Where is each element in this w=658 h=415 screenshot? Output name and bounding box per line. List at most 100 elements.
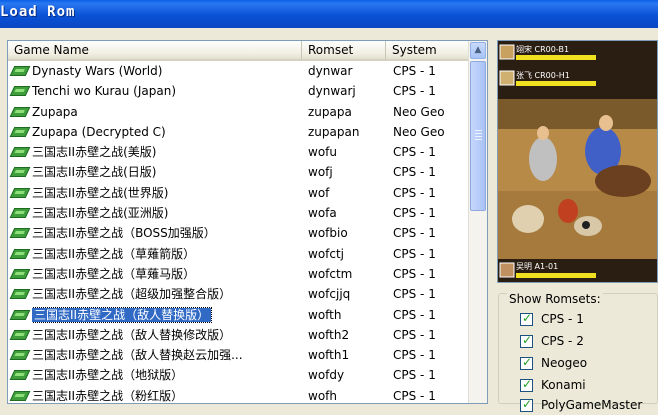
romset-cell: dynwar — [308, 64, 353, 78]
vertical-scrollbar[interactable]: ▲ — [468, 41, 487, 403]
table-row[interactable]: 三国志II赤壁之战（草薙箭版） wofctj CPS - 1 — [8, 244, 470, 264]
table-row[interactable]: 三国志II赤壁之战(亚洲版) wofa CPS - 1 — [8, 203, 470, 223]
checkbox-label: CPS - 1 — [541, 312, 584, 326]
list-header: Game Name Romset System — [8, 41, 470, 61]
system-cell: CPS - 1 — [393, 348, 436, 363]
system-cell: CPS - 1 — [393, 388, 436, 403]
checkmark-icon: ✓ — [522, 377, 533, 391]
table-row[interactable]: 三国志II赤壁之战（草薙马版） wofctm CPS - 1 — [8, 264, 470, 284]
window-title: Load Rom — [0, 4, 76, 20]
table-row[interactable]: Zupapa zupapa Neo Geo — [8, 102, 470, 122]
checkbox-box[interactable]: ✓ — [520, 333, 533, 348]
romset-cell: wofcjjq — [308, 287, 351, 302]
romset-cell: wofth1 — [308, 348, 350, 363]
game-name-cell: 三国志II赤壁之战（草薙箭版） — [32, 246, 196, 261]
rom-chip-icon — [9, 370, 31, 381]
checkbox-box[interactable]: ✓ — [520, 311, 533, 326]
system-cell: CPS - 1 — [393, 206, 436, 221]
game-name-cell: 三国志II赤壁之战（敌人替换赵云加强... — [32, 348, 243, 363]
rom-chip-icon — [9, 66, 31, 76]
scroll-thumb[interactable] — [470, 61, 486, 211]
rom-chip-icon — [9, 187, 31, 198]
show-romsets-legend: Show Romsets: — [507, 292, 603, 306]
game-name-cell: 三国志II赤壁之战(世界版) — [32, 185, 169, 200]
column-header-game-name[interactable]: Game Name — [8, 41, 302, 61]
rom-list[interactable]: Game Name Romset System Dynasty Wars (Wo… — [7, 40, 488, 404]
romset-cell: wofctm — [308, 266, 353, 281]
table-row[interactable]: 三国志II赤壁之战（BOSS加强版） wofbio CPS - 1 — [8, 223, 470, 243]
table-row[interactable]: Tenchi wo Kurau (Japan) dynwarj CPS - 1 — [8, 81, 470, 101]
rom-chip-icon — [9, 106, 31, 117]
game-name-cell: Tenchi wo Kurau (Japan) — [32, 84, 177, 99]
game-name-cell: Zupapa (Decrypted C) — [32, 124, 166, 139]
scroll-up-button[interactable]: ▲ — [470, 42, 486, 59]
column-header-romset[interactable]: Romset — [302, 41, 386, 61]
checkbox-box[interactable]: ✓ — [520, 355, 533, 370]
game-name-cell: 三国志II赤壁之战（敌人替换版） — [32, 306, 213, 323]
system-cell: CPS - 1 — [393, 246, 436, 261]
checkbox-label: Neogeo — [541, 356, 588, 370]
game-name-cell: 三国志II赤壁之战（敌人替换修改版） — [32, 327, 232, 342]
system-cell: Neo Geo — [393, 124, 445, 139]
game-name-cell: 三国志II赤壁之战（草薙马版） — [32, 266, 196, 281]
romset-cell: zupapan — [308, 124, 360, 139]
romset-cell: wofctj — [308, 246, 345, 261]
checkmark-icon: ✓ — [522, 311, 533, 325]
romset-cell: wofth2 — [308, 327, 350, 342]
game-name-cell: 三国志II赤壁之战(美版) — [32, 145, 157, 160]
romset-cell: wofu — [308, 145, 337, 160]
table-row[interactable]: 三国志II赤壁之战（粉红版） wofh CPS - 1 — [8, 386, 470, 403]
game-name-cell: 三国志II赤壁之战（粉红版） — [32, 388, 184, 403]
romset-cell: wofh — [308, 388, 337, 403]
table-row[interactable]: 三国志II赤壁之战（敌人替换赵云加强... wofth1 CPS - 1 — [8, 345, 470, 365]
romset-cell: wofbio — [308, 226, 348, 241]
game-name-cell: 三国志II赤壁之战（超级加强整合版） — [32, 287, 232, 302]
rom-chip-icon — [9, 208, 31, 219]
table-row[interactable]: 三国志II赤壁之战（敌人替换版） wofth CPS - 1 — [8, 305, 470, 325]
column-header-system[interactable]: System — [386, 41, 470, 61]
table-row[interactable]: Dynasty Wars (World) dynwar CPS - 1 — [8, 61, 470, 81]
game-name-cell: 三国志II赤壁之战（地狱版） — [32, 368, 184, 383]
romset-cell: wofa — [308, 206, 337, 221]
rom-chip-icon — [9, 309, 31, 320]
checkbox-label: CPS - 2 — [541, 334, 584, 348]
system-cell: CPS - 1 — [393, 226, 436, 241]
game-preview-screenshot: 翊宋 CR00-B1 张飞 CR00-H1 吴明 A1-01 — [497, 40, 658, 283]
preview-hud-top: 翊宋 CR00-B1 — [516, 44, 569, 54]
rom-chip-icon — [9, 167, 31, 178]
show-romsets-group: Show Romsets: ✓ CPS - 1 ✓ CPS - 2 ✓ Neogeo ✓ Ko… — [498, 292, 658, 412]
rom-chip-icon — [9, 268, 31, 279]
game-name-cell: Zupapa — [32, 104, 78, 119]
table-row[interactable]: Zupapa (Decrypted C) zupapan Neo Geo — [8, 122, 470, 142]
checkbox-label: Konami — [541, 378, 586, 392]
system-cell: CPS - 1 — [393, 84, 436, 99]
table-row[interactable]: 三国志II赤壁之战（敌人替换修改版） wofth2 CPS - 1 — [8, 325, 470, 345]
preview-hud-mid: 张飞 CR00-H1 — [516, 71, 570, 80]
table-row[interactable]: 三国志II赤壁之战(日版) wofj CPS - 1 — [8, 162, 470, 182]
table-row[interactable]: 三国志II赤壁之战(美版) wofu CPS - 1 — [8, 142, 470, 162]
checkbox-box[interactable]: ✓ — [520, 397, 533, 412]
system-cell: CPS - 1 — [393, 327, 436, 342]
system-cell: CPS - 1 — [393, 266, 436, 281]
checkbox-box[interactable]: ✓ — [520, 377, 533, 392]
game-name-cell: 三国志II赤壁之战（BOSS加强版） — [32, 226, 216, 241]
game-name-cell: 三国志II赤壁之战(日版) — [32, 165, 157, 180]
romset-cell: zupapa — [308, 104, 352, 119]
romset-cell: wofth — [308, 307, 342, 322]
system-cell: CPS - 1 — [393, 145, 436, 160]
system-cell: CPS - 1 — [393, 64, 436, 78]
system-cell: CPS - 1 — [393, 185, 436, 200]
title-bar[interactable]: Load Rom — [0, 0, 658, 28]
checkmark-icon: ✓ — [522, 333, 533, 347]
system-cell: CPS - 1 — [393, 368, 436, 383]
table-row[interactable]: 三国志II赤壁之战（超级加强整合版） wofcjjq CPS - 1 — [8, 284, 470, 304]
rom-chip-icon — [9, 390, 31, 401]
rom-chip-icon — [9, 228, 31, 239]
game-name-cell: Dynasty Wars (World) — [32, 64, 163, 78]
table-row[interactable]: 三国志II赤壁之战（地狱版） wofdy CPS - 1 — [8, 365, 470, 385]
table-row[interactable]: 三国志II赤壁之战(世界版) wof CPS - 1 — [8, 183, 470, 203]
rom-chip-icon — [9, 350, 31, 361]
checkbox-label: PolyGameMaster — [541, 398, 643, 412]
rom-chip-icon — [9, 329, 31, 340]
rom-chip-icon — [9, 248, 31, 259]
